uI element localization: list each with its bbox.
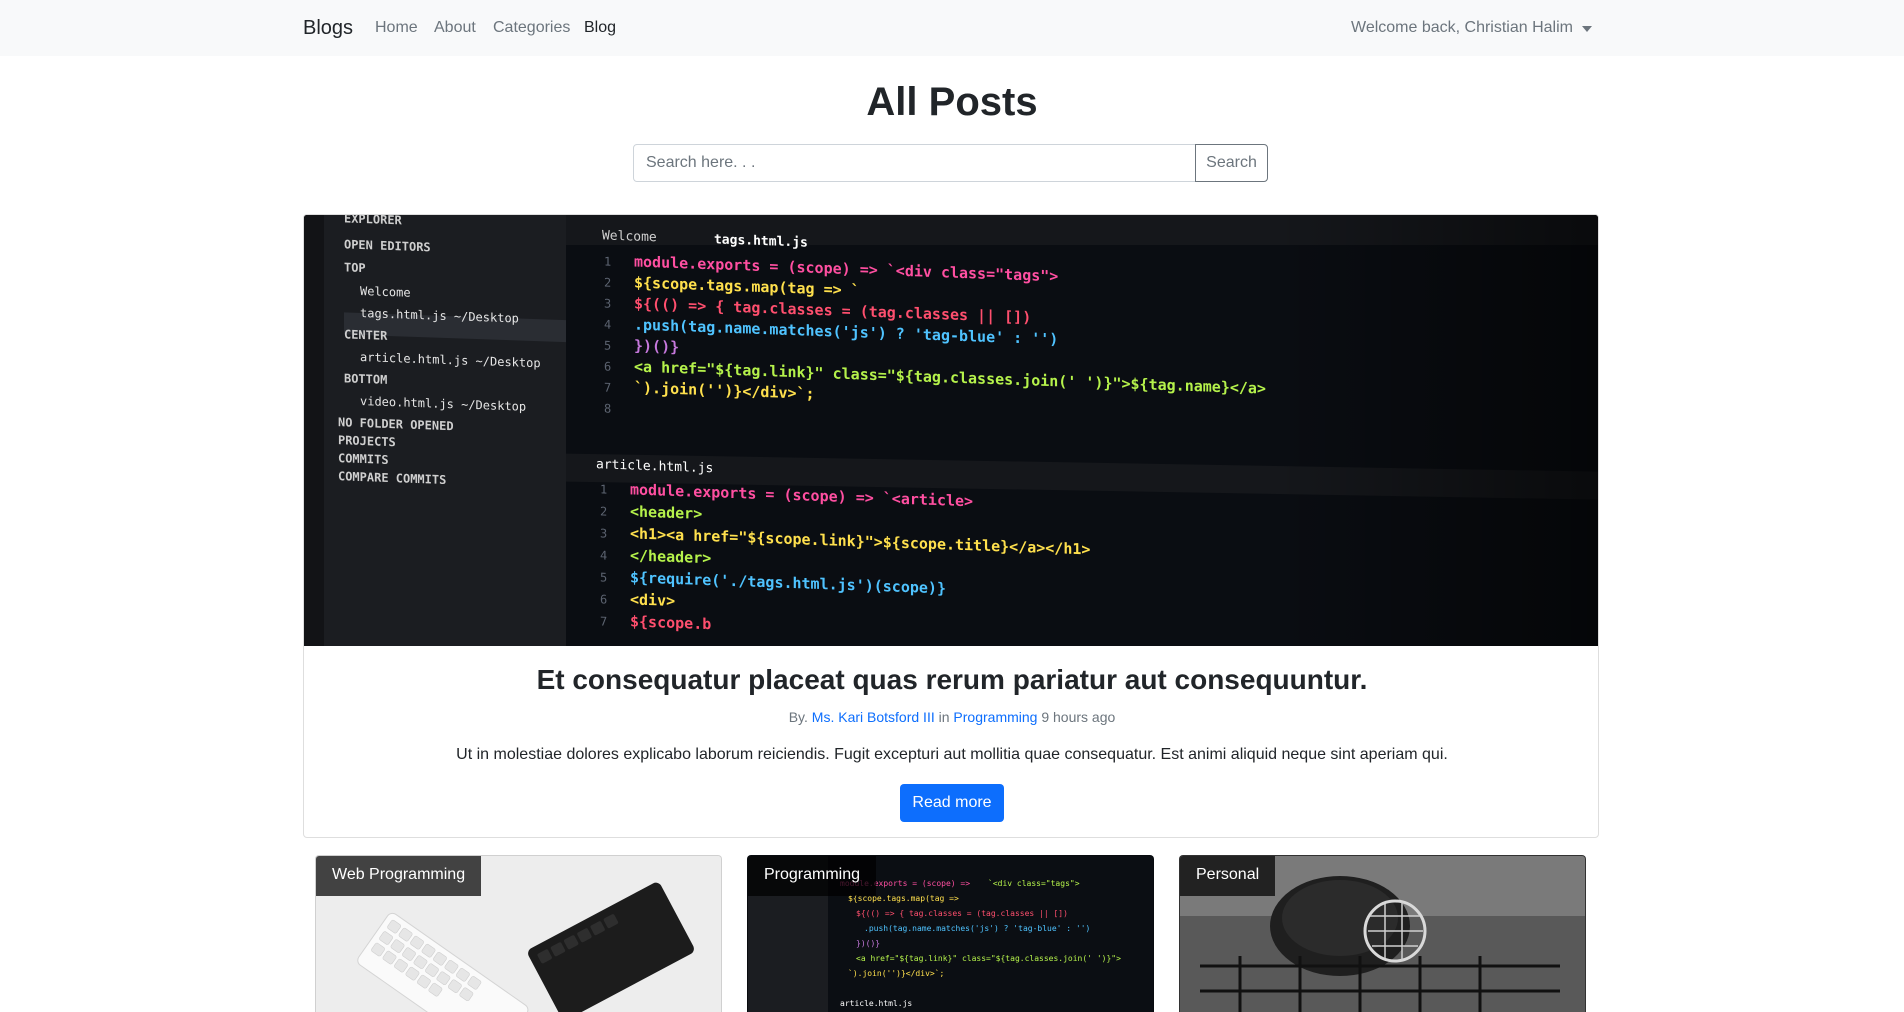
post-card[interactable]: module.exports = (scope) => `<div class=… xyxy=(747,855,1154,1012)
post-card[interactable]: Personal xyxy=(1179,855,1586,1012)
nav-about[interactable]: About xyxy=(434,19,476,37)
svg-text:article.html.js: article.html.js xyxy=(840,999,912,1008)
nav-blog[interactable]: Blog xyxy=(584,19,616,37)
nav-home[interactable]: Home xyxy=(375,19,418,37)
caret-down-icon xyxy=(1582,26,1592,32)
page-title: All Posts xyxy=(866,80,1038,124)
search-button[interactable]: Search xyxy=(1195,144,1268,182)
nav-categories[interactable]: Categories xyxy=(493,19,570,37)
card-category-badge: Programming xyxy=(748,856,877,896)
card-category-badge: Personal xyxy=(1180,856,1276,896)
meta-prefix: By. xyxy=(788,709,808,725)
user-greeting: Welcome back, Christian Halim xyxy=(1351,19,1573,36)
card-category-badge: Web Programming xyxy=(316,856,482,896)
post-time: 9 hours ago xyxy=(1041,709,1116,725)
post-card[interactable]: Web Programming xyxy=(315,855,722,1012)
search-form: Search xyxy=(633,144,1269,182)
post-title[interactable]: Et consequatur placeat quas rerum pariat… xyxy=(304,664,1598,696)
navbar: Blogs Home About Categories Blog Welcome… xyxy=(0,0,1904,56)
svg-text:<a href="${tag.link}" class="$: <a href="${tag.link}" class="${tag.class… xyxy=(856,954,1121,963)
user-dropdown[interactable]: Welcome back, Christian Halim xyxy=(1351,19,1592,37)
meta-in: in xyxy=(938,709,950,725)
post-meta: By. Ms. Kari Botsford III in Programming… xyxy=(304,709,1598,725)
read-more-button[interactable]: Read more xyxy=(900,784,1004,822)
svg-text:`<div class="tags">: `<div class="tags"> xyxy=(988,878,1080,888)
author-link[interactable]: Ms. Kari Botsford III xyxy=(812,709,935,725)
svg-text:${(() => { tag.classes = (tag.: ${(() => { tag.classes = (tag.classes ||… xyxy=(856,909,1068,918)
svg-text:.push(tag.name.matches('js') ?: .push(tag.name.matches('js') ? 'tag-blue… xyxy=(864,924,1090,933)
featured-post-card: EXPLOREROPEN EDITORSTOPWelcometags.html.… xyxy=(303,214,1599,838)
featured-post-image[interactable]: EXPLOREROPEN EDITORSTOPWelcometags.html.… xyxy=(304,215,1598,646)
category-link[interactable]: Programming xyxy=(953,709,1037,725)
svg-text:`).join('')}</div>`;: `).join('')}</div>`; xyxy=(848,968,944,978)
featured-post-body: Et consequatur placeat quas rerum pariat… xyxy=(304,646,1598,837)
search-input[interactable] xyxy=(633,144,1196,182)
svg-text:})()}: })()} xyxy=(856,939,880,948)
code-screenshot: EXPLOREROPEN EDITORSTOPWelcometags.html.… xyxy=(304,215,1598,646)
post-excerpt: Ut in molestiae dolores explicabo laboru… xyxy=(456,746,1448,763)
brand-logo[interactable]: Blogs xyxy=(303,17,353,40)
